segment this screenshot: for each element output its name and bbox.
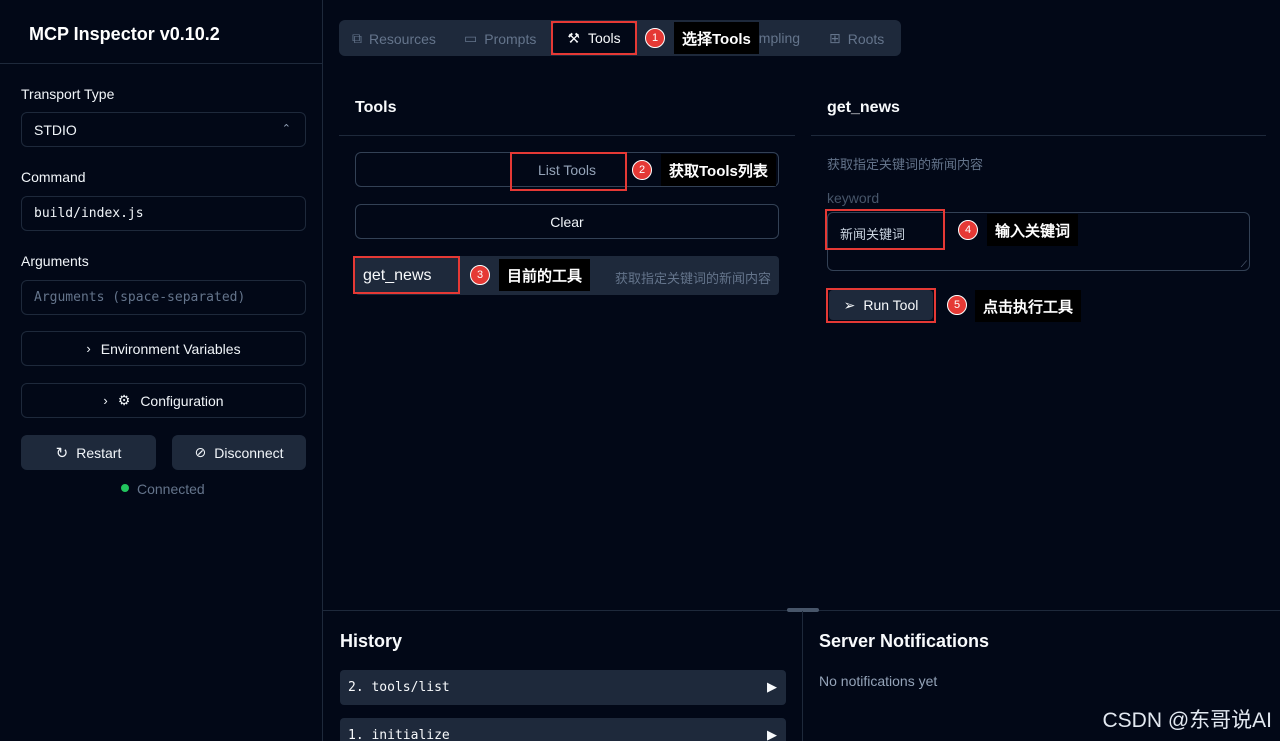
disconnect-button[interactable]: ⊘ Disconnect — [172, 435, 306, 470]
annotation-callout-3: 目前的工具 — [499, 259, 591, 291]
transport-type-select[interactable]: STDIO ⌃ — [21, 112, 306, 147]
restart-button[interactable]: ↻ Restart — [21, 435, 156, 470]
annotation-callout-5: 点击执行工具 — [975, 290, 1082, 322]
tab-roots-label: Roots — [847, 30, 885, 47]
detail-panel-title: get_news — [827, 99, 900, 116]
gear-icon: ⚙ — [117, 392, 131, 408]
app-title: MCP Inspector v0.10.2 — [29, 24, 220, 44]
annotation-box-keyword — [825, 209, 945, 250]
history-title: History — [340, 631, 403, 651]
restart-label: Restart — [76, 444, 122, 461]
history-item-label: 2. tools/list — [348, 680, 450, 695]
watermark: CSDN @东哥说AI — [1102, 709, 1273, 732]
annotation-box-list-tools — [510, 152, 627, 191]
expand-arrow-icon[interactable]: ▶ — [767, 679, 777, 695]
resize-handle-icon: ⟋ — [1240, 259, 1247, 269]
annotation-box-tool-item — [353, 256, 460, 294]
history-item-label: 1. initialize — [348, 728, 450, 741]
command-label: Command — [21, 169, 86, 185]
chevron-right-icon: › — [86, 341, 91, 356]
tools-panel-title: Tools — [355, 99, 397, 116]
command-value: build/index.js — [34, 206, 144, 221]
tool-detail-description: 获取指定关键词的新闻内容 — [827, 157, 984, 172]
connection-status: Connected — [137, 481, 205, 497]
annotation-badge-3: 3 — [470, 265, 490, 285]
expand-arrow-icon[interactable]: ▶ — [767, 727, 777, 741]
message-icon: ▭ — [464, 30, 478, 46]
arguments-input[interactable]: Arguments (space-separated) — [21, 280, 306, 315]
arguments-placeholder: Arguments (space-separated) — [34, 290, 246, 305]
annotation-badge-2: 2 — [632, 160, 652, 180]
keyword-label: keyword — [827, 190, 880, 206]
transport-type-value: STDIO — [34, 122, 77, 138]
history-item[interactable]: 2. tools/list ▶ — [340, 670, 786, 705]
tools-panel-divider — [339, 135, 795, 136]
history-item[interactable]: 1. initialize ▶ — [340, 718, 786, 741]
sidebar: MCP Inspector v0.10.2 Transport Type STD… — [0, 0, 323, 741]
bottom-split-divider — [802, 611, 803, 741]
server-notifications-title: Server Notifications — [819, 631, 990, 651]
tool-description: 获取指定关键词的新闻内容 — [614, 271, 771, 286]
folder-tree-icon: ⊞ — [829, 30, 841, 46]
detail-panel-divider — [811, 135, 1266, 136]
annotation-badge-1: 1 — [645, 28, 665, 48]
annotation-callout-4: 输入关键词 — [987, 214, 1079, 246]
annotation-callout-1: 选择Tools — [674, 22, 759, 54]
environment-variables-label: Environment Variables — [100, 340, 241, 357]
configuration-label: Configuration — [140, 392, 224, 409]
tab-prompts[interactable]: ▭ Prompts — [464, 30, 536, 47]
annotation-badge-4: 4 — [958, 220, 978, 240]
transport-type-label: Transport Type — [21, 86, 115, 102]
chevron-right-icon: › — [103, 393, 108, 408]
tab-resources[interactable]: ⧉ Resources — [352, 30, 436, 47]
tab-resources-label: Resources — [369, 30, 436, 47]
clear-label: Clear — [550, 213, 584, 230]
annotation-callout-2: 获取Tools列表 — [661, 154, 776, 186]
arguments-label: Arguments — [21, 253, 89, 269]
configuration-toggle[interactable]: › ⚙ Configuration — [21, 383, 306, 418]
rotate-icon: ↻ — [55, 444, 69, 462]
environment-variables-toggle[interactable]: › Environment Variables — [21, 331, 306, 366]
annotation-badge-5: 5 — [947, 295, 967, 315]
status-dot — [121, 484, 129, 492]
annotation-box-tools-tab — [551, 21, 637, 55]
clear-button[interactable]: Clear — [355, 204, 779, 239]
resize-drag-handle[interactable] — [787, 608, 819, 612]
annotation-box-run-tool — [826, 288, 936, 323]
no-notifications-text: No notifications yet — [819, 673, 938, 689]
disconnect-label: Disconnect — [214, 444, 284, 461]
tab-prompts-label: Prompts — [484, 30, 537, 47]
sidebar-header: MCP Inspector v0.10.2 — [0, 0, 322, 64]
tab-roots[interactable]: ⊞ Roots — [829, 30, 884, 47]
unplug-icon: ⊘ — [194, 444, 207, 460]
chevrons-up-down-icon: ⌃ — [281, 123, 291, 135]
command-input[interactable]: build/index.js — [21, 196, 306, 231]
files-icon: ⧉ — [352, 30, 362, 46]
